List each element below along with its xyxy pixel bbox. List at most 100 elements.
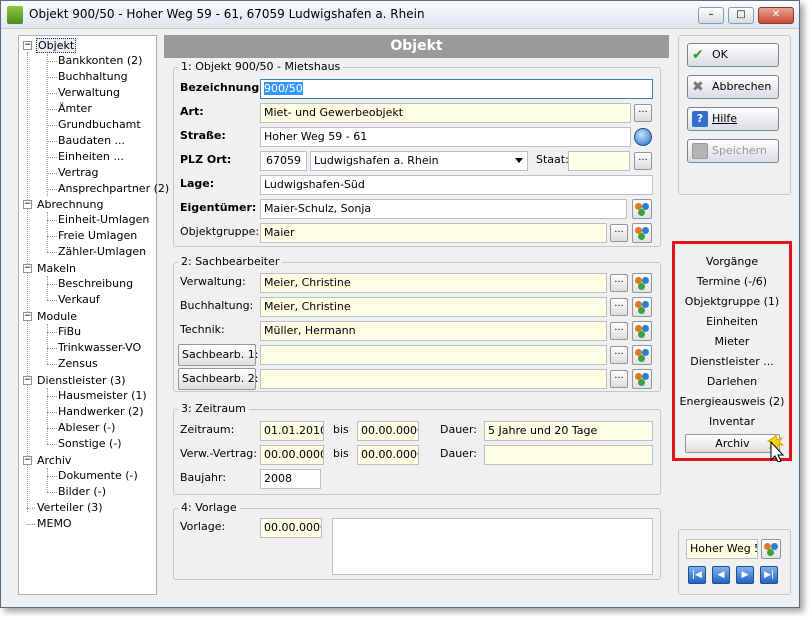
globe-icon[interactable] (634, 128, 652, 146)
help-button[interactable]: ? Hilfe (687, 107, 779, 131)
tree-item-fibu[interactable]: FiBu (58, 324, 81, 339)
tree-item-verkauf[interactable]: Verkauf (58, 292, 100, 307)
expander-dienstleister[interactable]: − (23, 376, 32, 385)
title-bar[interactable]: Objekt 900/50 - Hoher Weg 59 - 61, 67059… (1, 1, 799, 29)
vorlage-input[interactable]: 00.00.0000 (260, 518, 322, 538)
objektgruppe-input[interactable]: Maier (260, 223, 607, 243)
link-dienstleister[interactable]: Dienstleister ... (675, 353, 789, 371)
art-lookup-button[interactable]: ... (634, 104, 652, 122)
expander-archiv[interactable]: − (23, 456, 32, 465)
record-search-input[interactable]: Hoher Weg 5 (686, 539, 758, 559)
link-inventar[interactable]: Inventar (675, 413, 789, 431)
art-input[interactable]: Miet- und Gewerbeobjekt (260, 103, 631, 123)
minimize-button[interactable]: – (698, 7, 724, 24)
tree-item-einheit-umlagen[interactable]: Einheit-Umlagen (58, 212, 149, 227)
tree-item-zaehler-umlagen[interactable]: Zähler-Umlagen (58, 244, 146, 259)
zeitraum-from-input[interactable]: 01.01.2010 (260, 421, 324, 441)
technik-input[interactable]: Müller, Hermann (260, 321, 607, 341)
prev-record-button[interactable]: ◀ (712, 566, 730, 584)
tree-item-dokumente[interactable]: Dokumente (-) (58, 468, 138, 483)
tree-item-sonstige[interactable]: Sonstige (-) (58, 436, 122, 451)
buchhaltung-lookup-button[interactable]: ... (610, 298, 628, 316)
tree-item-freie-umlagen[interactable]: Freie Umlagen (58, 228, 137, 243)
tree-item-hausmeister[interactable]: Hausmeister (1) (58, 388, 147, 403)
zeitraum-to-input[interactable]: 00.00.0000 (357, 421, 419, 441)
sachbearb1-button[interactable]: Sachbearb. 1: (178, 344, 258, 366)
link-einheiten[interactable]: Einheiten (675, 313, 789, 331)
tree-item-einheiten[interactable]: Einheiten ... (58, 149, 124, 164)
link-darlehen[interactable]: Darlehen (675, 373, 789, 391)
bezeichnung-input[interactable]: 900/50 (260, 79, 653, 99)
tree-item-makeln[interactable]: Makeln (37, 261, 76, 276)
tree-item-beschreibung[interactable]: Beschreibung (58, 276, 133, 291)
last-record-button[interactable]: ▶| (760, 566, 778, 584)
tree-item-verwaltung[interactable]: Verwaltung (58, 85, 120, 100)
navigation-tree[interactable]: − Objekt Bankkonten (2) Buchhaltung Verw… (18, 35, 169, 595)
link-mieter[interactable]: Mieter (675, 333, 789, 351)
vorlage-memo[interactable] (332, 518, 653, 575)
sachbearb1-lookup-button[interactable]: ... (610, 346, 628, 364)
tree-item-memo[interactable]: MEMO (37, 516, 72, 531)
staat-lookup-button[interactable]: ... (634, 152, 652, 170)
sachbearb2-input[interactable] (260, 369, 607, 389)
tree-item-bilder[interactable]: Bilder (-) (58, 484, 106, 499)
tree-item-zensus[interactable]: Zensus (58, 356, 98, 371)
tree-item-verteiler[interactable]: Verteiler (3) (37, 500, 103, 515)
plz-input[interactable]: 67059 (260, 151, 307, 171)
ok-button[interactable]: ✔ OK (687, 43, 779, 67)
tree-item-vertrag[interactable]: Vertrag (58, 165, 99, 180)
expander-abrechnung[interactable]: − (23, 200, 32, 209)
tree-item-trinkwasser[interactable]: Trinkwasser-VO (58, 340, 141, 355)
save-button[interactable]: Speichern (687, 139, 779, 163)
objektgruppe-lookup-button[interactable]: ... (610, 224, 628, 242)
verwaltung-lookup-button[interactable]: ... (610, 274, 628, 292)
vertrag-to-input[interactable]: 00.00.0000 (357, 445, 419, 465)
tree-item-ansprechpartner[interactable]: Ansprechpartner (2) (58, 181, 169, 196)
vertrag-from-input[interactable]: 00.00.0000 (260, 445, 324, 465)
sachbearb2-lookup-button[interactable]: ... (610, 370, 628, 388)
people-icon[interactable] (632, 223, 652, 243)
tree-item-module[interactable]: Module (37, 309, 77, 324)
tree-item-grundbuchamt[interactable]: Grundbuchamt (58, 117, 141, 132)
staat-input[interactable] (568, 151, 630, 171)
people-icon[interactable] (632, 273, 652, 293)
strasse-input[interactable]: Hoher Weg 59 - 61 (260, 127, 631, 147)
technik-lookup-button[interactable]: ... (610, 322, 628, 340)
expander-module[interactable]: − (23, 312, 32, 321)
link-energieausweis[interactable]: Energieausweis (2) (675, 393, 789, 411)
people-icon[interactable] (632, 321, 652, 341)
tree-item-archiv[interactable]: Archiv (37, 453, 71, 468)
tree-item-objekt[interactable]: Objekt (36, 38, 77, 53)
link-termine[interactable]: Termine (-/6) (675, 273, 789, 291)
tree-item-baudaten[interactable]: Baudaten ... (58, 133, 125, 148)
tree-item-ableser[interactable]: Ableser (-) (58, 420, 115, 435)
tree-item-aemter[interactable]: Ämter (58, 101, 92, 116)
lage-input[interactable]: Ludwigshafen-Süd (260, 175, 653, 195)
close-button[interactable]: ✕ (758, 7, 794, 24)
buchhaltung-input[interactable]: Meier, Christine (260, 297, 607, 317)
tree-item-handwerker[interactable]: Handwerker (2) (58, 404, 144, 419)
expander-makeln[interactable]: − (23, 264, 32, 273)
people-icon[interactable] (632, 297, 652, 317)
ort-dropdown[interactable]: Ludwigshafen a. Rhein (310, 151, 528, 171)
link-objektgruppe[interactable]: Objektgruppe (1) (675, 293, 789, 311)
cancel-button[interactable]: ✖ Abbrechen (687, 75, 779, 99)
tree-item-buchhaltung[interactable]: Buchhaltung (58, 69, 128, 84)
first-record-button[interactable]: |◀ (688, 566, 706, 584)
eigentuemer-input[interactable]: Maier-Schulz, Sonja (260, 199, 627, 219)
tree-item-dienstleister[interactable]: Dienstleister (3) (37, 373, 126, 388)
baujahr-input[interactable]: 2008 (260, 469, 321, 489)
tree-item-bankkonten[interactable]: Bankkonten (2) (58, 53, 142, 68)
people-icon[interactable] (632, 199, 652, 219)
maximize-button[interactable]: □ (728, 7, 754, 24)
people-icon[interactable] (632, 345, 652, 365)
people-icon[interactable] (761, 539, 781, 559)
tree-item-abrechnung[interactable]: Abrechnung (37, 197, 103, 212)
sachbearb2-button[interactable]: Sachbearb. 2: (178, 368, 258, 390)
sachbearb1-input[interactable] (260, 345, 607, 365)
expander-objekt[interactable]: − (23, 41, 32, 50)
people-icon[interactable] (632, 369, 652, 389)
verwaltung-input[interactable]: Meier, Christine (260, 273, 607, 293)
link-vorgaenge[interactable]: Vorgänge (675, 253, 789, 271)
next-record-button[interactable]: ▶ (736, 566, 754, 584)
